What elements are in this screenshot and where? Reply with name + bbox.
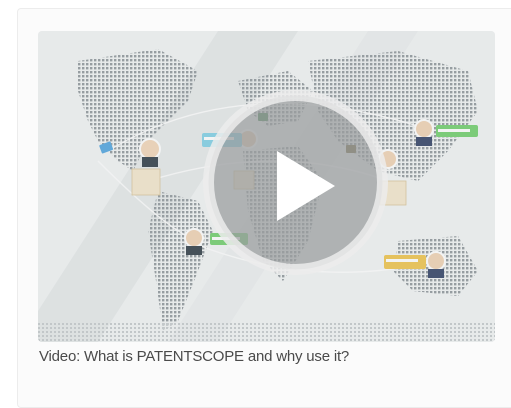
video-caption: Video: What is PATENTSCOPE and why use i…: [39, 348, 350, 365]
video-thumbnail[interactable]: [38, 31, 495, 342]
play-icon: [203, 90, 388, 275]
play-button[interactable]: [202, 89, 389, 276]
